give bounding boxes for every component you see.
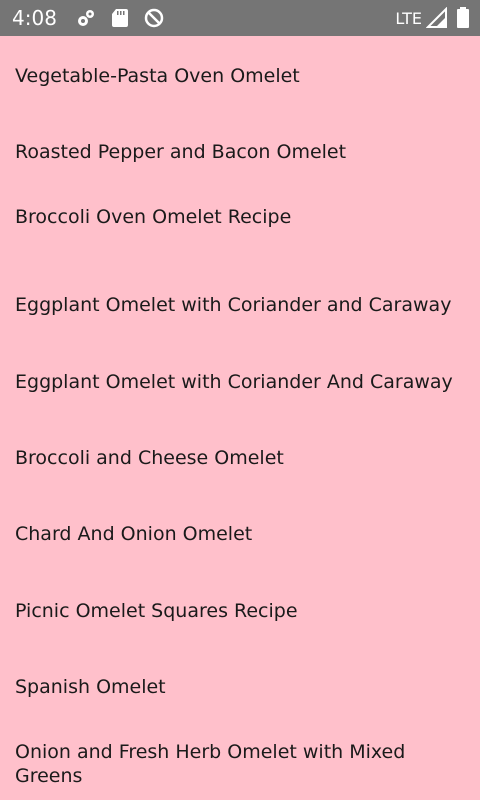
signal-icon — [425, 6, 448, 29]
battery-icon — [456, 7, 470, 29]
list-item[interactable]: Picnic Omelet Squares Recipe — [15, 599, 455, 623]
list-item[interactable]: Spanish Omelet — [15, 675, 455, 699]
status-left: 4:08 — [12, 0, 177, 36]
list-item[interactable]: Broccoli and Cheese Omelet — [15, 446, 455, 470]
status-time: 4:08 — [12, 6, 57, 30]
list-item[interactable]: Eggplant Omelet with Coriander and Caraw… — [15, 293, 455, 317]
list-item[interactable]: Chard And Onion Omelet — [15, 522, 455, 546]
network-type: LTE — [395, 8, 422, 28]
list-item[interactable]: Vegetable-Pasta Oven Omelet — [15, 64, 455, 88]
data-saver-icon — [143, 7, 165, 29]
list-item[interactable]: Eggplant Omelet with Coriander And Caraw… — [15, 370, 455, 394]
list-item[interactable]: Broccoli Oven Omelet Recipe — [15, 205, 455, 229]
settings-gear-icon — [75, 7, 97, 29]
sd-card-icon — [109, 7, 131, 29]
status-right: LTE — [395, 0, 470, 36]
list-item[interactable]: Roasted Pepper and Bacon Omelet — [15, 140, 455, 164]
status-bar: 4:08 LTE — [0, 0, 480, 36]
list-item[interactable]: Onion and Fresh Herb Omelet with Mixed G… — [15, 740, 455, 788]
